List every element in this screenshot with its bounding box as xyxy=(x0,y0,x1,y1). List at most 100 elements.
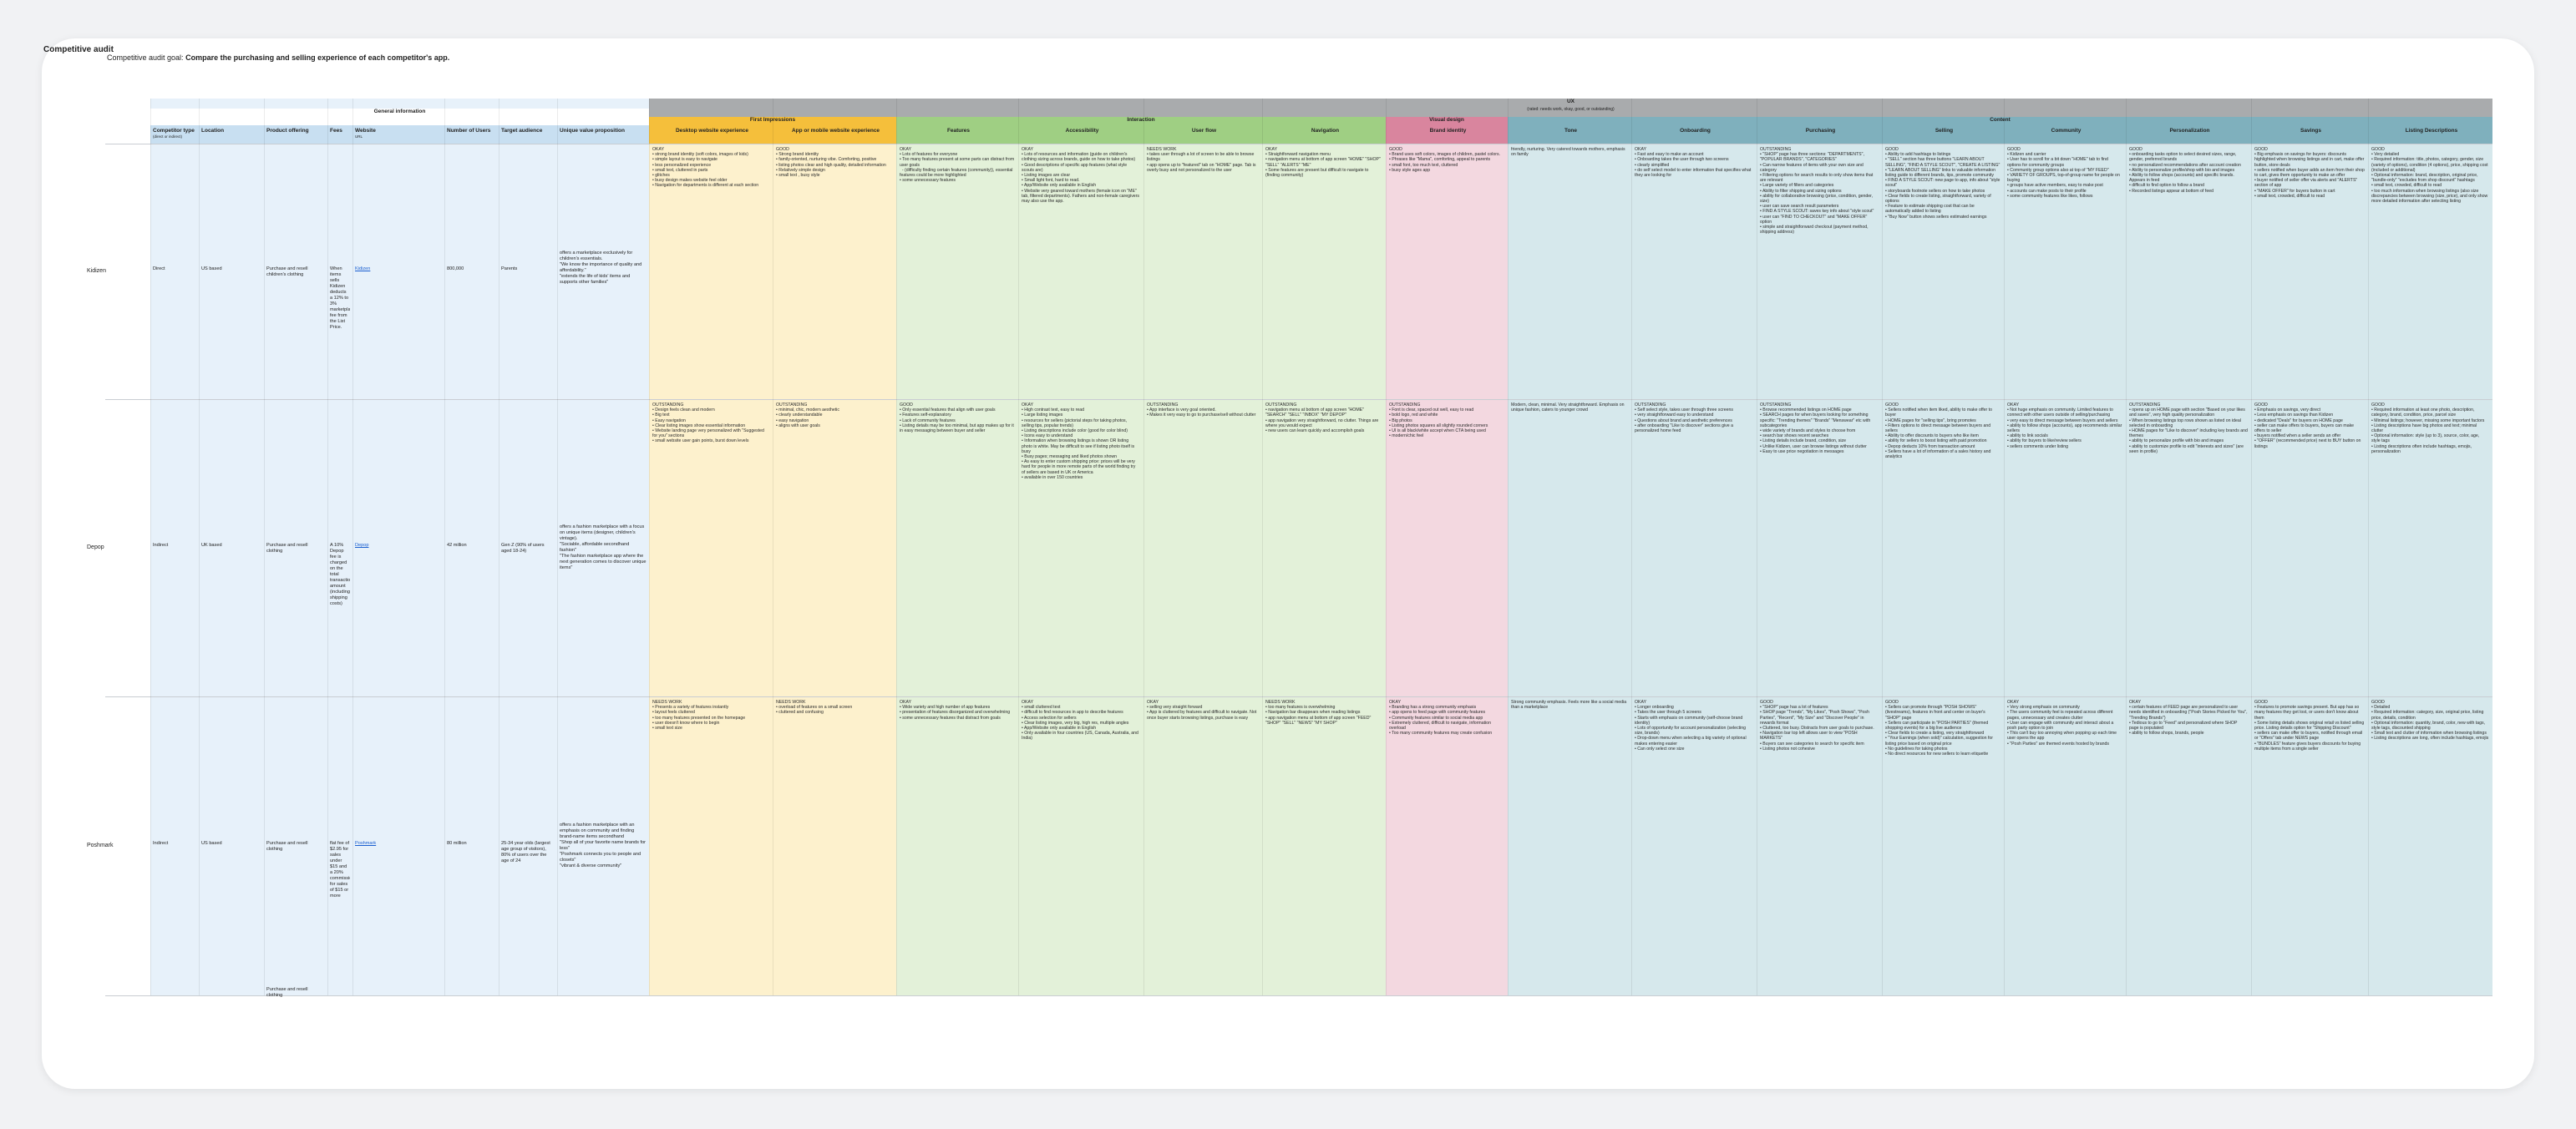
column-header-website: Website URL xyxy=(352,125,444,144)
cell-location: UK based xyxy=(201,543,222,548)
cell-navigation: OUTSTANDING • navigation menu at bottom … xyxy=(1265,402,1379,434)
cell-user_flow: NEEDS WORK • takes user through a lot of… xyxy=(1147,147,1256,173)
column-separator xyxy=(649,99,650,995)
column-subheader-website: URL xyxy=(355,134,363,139)
column-header-desktop: Desktop website experience xyxy=(649,125,773,144)
column-separator xyxy=(1386,99,1387,995)
row-name: Poshmark xyxy=(87,843,114,848)
cell-num_users: 42 million xyxy=(447,543,467,548)
cell-product_offering: Purchase and resell clothing xyxy=(266,841,310,852)
cell-onboarding: OKAY • Fast and easy to make an account … xyxy=(1635,147,1752,179)
cell-website[interactable]: Poshmark xyxy=(355,841,442,847)
column-separator xyxy=(2251,99,2252,995)
cell-product_offering: Purchase and resell children's clothing xyxy=(266,266,310,277)
cell-brand_identity: OKAY • Branding has a strong community e… xyxy=(1389,700,1493,737)
group-header-content: Content xyxy=(1508,117,2492,125)
cell-desktop: OKAY • strong brand identity (soft color… xyxy=(652,147,759,189)
cell-website[interactable]: Depop xyxy=(355,543,442,549)
column-separator xyxy=(896,99,897,995)
cell-product_offering: Purchase and resell clothing xyxy=(266,543,310,554)
cell-tone: Strong community emphasis. Feels more li… xyxy=(1511,700,1628,711)
cell-fees: A 10% Depop fee is charged on the total … xyxy=(330,543,350,606)
column-header-fees: Fees xyxy=(327,125,352,144)
column-header-tone: Tone xyxy=(1508,125,1631,144)
cell-product-offering-footer: Purchase and resell clothing xyxy=(266,987,310,998)
column-separator xyxy=(444,99,445,995)
column-header-onboarding: Onboarding xyxy=(1631,125,1757,144)
cell-num_users: 80 million xyxy=(447,841,467,846)
website-link[interactable]: Poshmark xyxy=(355,841,376,846)
website-link[interactable]: Kidizen xyxy=(355,266,370,271)
group-header-visual_design: Visual design xyxy=(1386,117,1508,125)
row-separator xyxy=(105,399,2492,400)
column-header-navigation: Navigation xyxy=(1262,125,1386,144)
cell-purchasing: OUTSTANDING • Browse recommended listing… xyxy=(1760,402,1871,454)
column-header-app: App or mobile website experience xyxy=(773,125,896,144)
cell-website[interactable]: Kidizen xyxy=(355,266,442,272)
cell-app: NEEDS WORK • overload of features on a s… xyxy=(776,700,853,716)
cell-listing: GOOD • Required information at least one… xyxy=(2371,402,2485,454)
cell-personalization: OUTSTANDING • opens up on HOME page with… xyxy=(2129,402,2248,454)
cell-features: GOOD • Only essential features that alig… xyxy=(900,402,1014,434)
cell-brand_identity: GOOD • Brand uses soft colors, images of… xyxy=(1389,147,1501,173)
column-separator xyxy=(1508,99,1509,995)
column-separator xyxy=(1631,99,1632,995)
column-separator xyxy=(1882,99,1883,995)
row-name: Depop xyxy=(87,544,104,550)
column-header-competitor_type: Competitor type (direct or indirect) xyxy=(150,125,199,144)
cell-accessibility: OKAY • Lots of resources and information… xyxy=(1022,147,1139,205)
cell-uvp: offers a fashion marketplace with a focu… xyxy=(560,524,647,570)
cell-user_flow: OUTSTANDING • App interface is very goal… xyxy=(1147,402,1256,418)
column-separator xyxy=(2004,99,2005,995)
cell-savings: GOOD • Big emphasis on savings for buyer… xyxy=(2254,147,2365,199)
column-subheader-competitor_type: (direct or indirect) xyxy=(153,134,183,139)
column-header-features: Features xyxy=(896,125,1018,144)
cell-num_users: 800,000 xyxy=(447,266,464,271)
column-header-location: Location xyxy=(199,125,264,144)
column-separator xyxy=(1018,99,1019,995)
column-separator xyxy=(327,99,328,995)
cell-selling: GOOD • Sellers can promote through "POSH… xyxy=(1885,700,1994,757)
group-header-general: General information xyxy=(150,109,649,117)
website-link[interactable]: Depop xyxy=(355,543,368,548)
column-header-listing: Listing Descriptions xyxy=(2368,125,2492,144)
column-separator xyxy=(557,99,558,995)
cell-fees: flat fee of $2.95 for sales under $15 an… xyxy=(330,841,350,899)
cell-features: OKAY • Wide variety and high number of a… xyxy=(900,700,1011,721)
column-separator xyxy=(1262,99,1263,995)
cell-app: GOOD • Strong brand identity • family-or… xyxy=(776,147,886,179)
row-separator xyxy=(105,696,2492,697)
cell-desktop: NEEDS WORK • Presents a variety of featu… xyxy=(652,700,746,732)
column-header-target_audience: Target audience xyxy=(499,125,557,144)
cell-accessibility: OKAY • small cluttered text • difficult … xyxy=(1022,700,1138,742)
column-header-user_flow: User flow xyxy=(1143,125,1262,144)
group-header-interaction: Interaction xyxy=(896,117,1386,125)
cell-location: US based xyxy=(201,266,222,271)
cell-uvp: offers a marketplace exclusively for chi… xyxy=(560,251,642,285)
cell-competitor_type: Indirect xyxy=(153,543,169,548)
cell-navigation: OKAY • Straightforward navigation menu •… xyxy=(1265,147,1381,179)
cell-fees: When items sells Kidizen deducts a 12% t… xyxy=(330,266,350,330)
cell-savings: GOOD • Features to promote savings prese… xyxy=(2254,700,2365,752)
cell-brand_identity: OUTSTANDING • Font is clear, spaced out … xyxy=(1389,402,1488,439)
cell-uvp: offers a fashion marketplace with an emp… xyxy=(560,822,647,868)
column-separator xyxy=(150,99,151,995)
row-separator xyxy=(105,995,2492,996)
cell-competitor_type: Indirect xyxy=(153,841,169,846)
column-header-savings: Savings xyxy=(2251,125,2368,144)
column-separator xyxy=(2126,99,2127,995)
cell-competitor_type: Direct xyxy=(153,266,165,271)
cell-app: OUTSTANDING • minimal, chic, modern aest… xyxy=(776,402,839,428)
cell-personalization: GOOD • onboarding tasks option to select… xyxy=(2129,147,2241,194)
column-header-selling: Selling xyxy=(1882,125,2004,144)
column-separator xyxy=(264,99,265,995)
cell-target_audience: Parents xyxy=(501,266,518,271)
document-goal: Competitive audit goal: Compare the purc… xyxy=(107,53,450,62)
row-name: Kidizen xyxy=(87,268,106,274)
column-header-product_offering: Product offering xyxy=(264,125,327,144)
cell-onboarding: OKAY • Longer onboarding • Takes the use… xyxy=(1635,700,1747,752)
column-header-purchasing: Purchasing xyxy=(1757,125,1882,144)
column-header-community: Community xyxy=(2004,125,2126,144)
cell-desktop: OUTSTANDING • Design feels clean and mod… xyxy=(652,402,764,444)
cell-purchasing: OUTSTANDING • "SHOP" page has three sect… xyxy=(1760,147,1874,235)
